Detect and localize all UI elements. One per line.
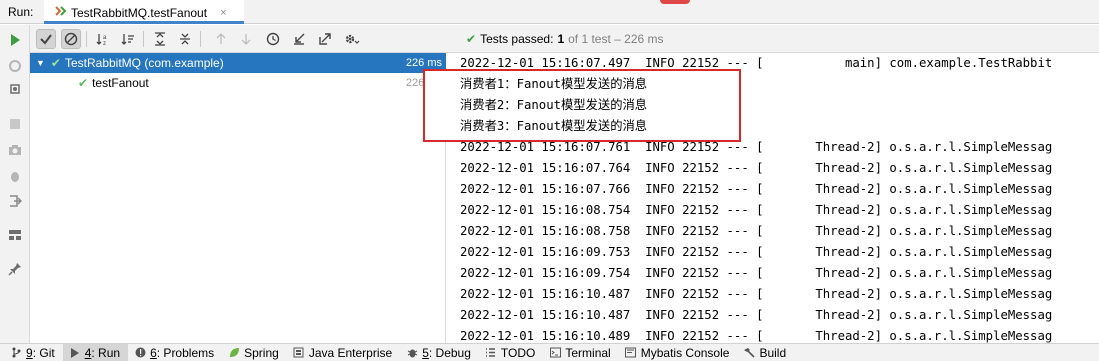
tool-tab-build[interactable]: Build xyxy=(737,344,794,361)
run-config-tab[interactable]: TestRabbitMQ.testFanout × xyxy=(44,0,244,24)
show-passed-icon[interactable] xyxy=(36,29,56,49)
tool-tab-label: Spring xyxy=(244,345,279,360)
layout-icon[interactable] xyxy=(7,227,23,243)
import-tests-icon[interactable] xyxy=(289,29,309,49)
tool-tab-label: : Debug xyxy=(428,345,471,360)
consumer-output-line: 消费者3：Fanout模型发送的消息 xyxy=(460,119,648,133)
console-line: 2022-12-01 15:16:09.753 INFO 22152 --- [… xyxy=(460,245,1053,259)
test-class-icon xyxy=(54,5,67,20)
tool-tab-todo[interactable]: TODO xyxy=(479,344,543,361)
show-ignored-icon[interactable] xyxy=(61,29,81,49)
debug-bug-icon[interactable] xyxy=(7,168,23,184)
tool-tab-spring[interactable]: Spring xyxy=(222,344,287,361)
stop-icon[interactable] xyxy=(7,116,23,132)
tool-tab-terminal[interactable]: Terminal xyxy=(543,344,618,361)
console-line: 2022-12-01 15:16:07.766 INFO 22152 --- [… xyxy=(460,182,1053,196)
tool-tab-problems[interactable]: 6: Problems xyxy=(128,344,222,361)
pin-icon[interactable] xyxy=(7,261,23,277)
tool-tab-label: Terminal xyxy=(565,345,611,360)
tool-tab-label: Java Enterprise xyxy=(308,345,393,360)
tool-window-bar: 9: Git 4: Run 6: Problems Spring Java En… xyxy=(0,343,1099,361)
exit-icon[interactable] xyxy=(7,193,23,209)
chevron-down-icon[interactable]: ▼ xyxy=(36,58,45,68)
console-line: 2022-12-01 15:16:10.487 INFO 22152 --- [… xyxy=(460,308,1053,322)
collapse-all-icon[interactable] xyxy=(175,29,195,49)
tree-item-label: TestRabbitMQ (com.example) xyxy=(64,56,224,70)
sort-alpha-icon[interactable]: az xyxy=(93,29,113,49)
toggle-auto-test-icon[interactable] xyxy=(7,81,23,97)
camera-icon[interactable] xyxy=(7,142,23,158)
tool-tab-debug[interactable]: 5: Debug xyxy=(400,344,479,361)
tests-total-duration: of 1 test – 226 ms xyxy=(568,32,664,46)
left-run-toolbar xyxy=(0,25,30,343)
bug-icon xyxy=(406,347,418,359)
terminal-icon xyxy=(549,347,561,359)
tool-tab-run[interactable]: 4: Run xyxy=(62,343,129,361)
console-line: 2022-12-01 15:16:08.754 INFO 22152 --- [… xyxy=(460,203,1053,217)
mybatis-icon xyxy=(625,347,637,359)
console-line: 2022-12-01 15:16:08.758 INFO 22152 --- [… xyxy=(460,224,1053,238)
tool-tab-label: : Run xyxy=(91,345,121,360)
consumer-output-line: 消费者1：Fanout模型发送的消息 xyxy=(460,77,648,91)
git-branch-icon xyxy=(10,347,22,359)
sort-duration-icon[interactable] xyxy=(118,29,138,49)
rerun-failed-icon[interactable] xyxy=(7,58,23,74)
tool-tab-number: 9 xyxy=(26,345,33,360)
console-line: 2022-12-01 15:16:10.489 INFO 22152 --- [… xyxy=(460,329,1053,343)
java-enterprise-icon xyxy=(293,347,305,359)
tool-tab-mybatis-console[interactable]: Mybatis Console xyxy=(619,344,738,361)
next-failed-icon[interactable] xyxy=(236,29,256,49)
run-label: Run: xyxy=(8,5,34,19)
tests-passed-label: Tests passed: xyxy=(480,32,554,46)
tool-tab-label: : Git xyxy=(32,345,55,360)
tool-tab-label: TODO xyxy=(500,345,536,360)
spring-leaf-icon xyxy=(228,347,240,359)
console-line: 2022-12-01 15:16:09.754 INFO 22152 --- [… xyxy=(460,266,1053,280)
close-icon[interactable]: × xyxy=(220,7,226,19)
run-tab-title: TestRabbitMQ.testFanout xyxy=(71,5,208,20)
run-header-bar: Run: TestRabbitMQ.testFanout × xyxy=(0,0,1099,24)
todo-list-icon xyxy=(485,347,497,359)
tool-tab-number: 6 xyxy=(150,345,157,360)
consumer-output-line: 消费者2：Fanout模型发送的消息 xyxy=(460,98,648,112)
tree-item-time: 226 ms xyxy=(405,77,442,89)
toolbar-separator xyxy=(200,31,201,47)
rerun-icon[interactable] xyxy=(7,32,23,48)
tree-row-test-class[interactable]: ▼ ✔ TestRabbitMQ (com.example) 226 ms xyxy=(30,53,446,73)
console-line: 2022-12-01 15:16:07.764 INFO 22152 --- [… xyxy=(460,161,1053,175)
expand-all-icon[interactable] xyxy=(150,29,170,49)
toolbar-separator xyxy=(86,31,87,47)
test-status-summary: ✔ Tests passed: 1 of 1 test – 226 ms xyxy=(466,32,664,46)
tree-item-label: testFanout xyxy=(92,76,149,90)
toolbar-separator xyxy=(143,31,144,47)
passed-check-icon: ✔ xyxy=(50,56,61,70)
test-runner-toolbar: az ✔ Tests passed: 1 of 1 test – 226 ms xyxy=(30,25,1099,53)
console-line: 2022-12-01 15:16:07.761 INFO 22152 --- [… xyxy=(460,140,1053,154)
tool-tab-label: Mybatis Console xyxy=(640,345,730,360)
tree-item-time: 226 ms xyxy=(405,57,442,69)
tool-tab-number: 5 xyxy=(422,345,429,360)
check-icon: ✔ xyxy=(466,32,477,46)
problems-icon xyxy=(134,347,146,359)
tool-tab-label: Build xyxy=(759,345,787,360)
test-history-icon[interactable] xyxy=(263,29,283,49)
tool-tab-label: : Problems xyxy=(156,345,215,360)
svg-text:z: z xyxy=(103,41,106,46)
console-line: 2022-12-01 15:16:07.497 INFO 22152 --- [… xyxy=(460,56,1053,70)
notification-indicator xyxy=(660,0,690,4)
passed-check-icon: ✔ xyxy=(78,76,89,90)
console-line: 2022-12-01 15:16:10.487 INFO 22152 --- [… xyxy=(460,287,1053,301)
tool-tab-git[interactable]: 9: Git xyxy=(0,344,63,361)
run-icon xyxy=(69,347,81,359)
previous-failed-icon[interactable] xyxy=(211,29,231,49)
tool-tab-java-enterprise[interactable]: Java Enterprise xyxy=(287,344,400,361)
settings-gear-icon[interactable] xyxy=(342,29,362,49)
tests-passed-count: 1 xyxy=(557,32,565,46)
test-results-tree: ▼ ✔ TestRabbitMQ (com.example) 226 ms ✔ … xyxy=(30,53,446,343)
tree-row-test-method[interactable]: ✔ testFanout 226 ms xyxy=(30,73,446,93)
hammer-icon xyxy=(743,347,756,359)
export-tests-icon[interactable] xyxy=(315,29,335,49)
